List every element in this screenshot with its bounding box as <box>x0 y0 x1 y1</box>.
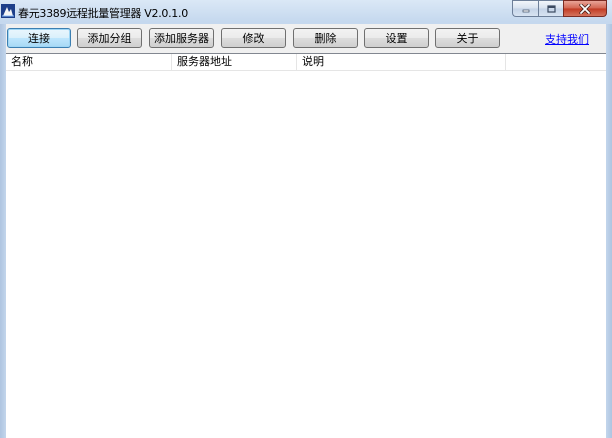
about-button[interactable]: 关于 <box>435 28 500 48</box>
settings-button[interactable]: 设置 <box>364 28 429 48</box>
close-icon <box>579 3 591 14</box>
caption-buttons <box>512 0 607 18</box>
connect-button[interactable]: 连接 <box>7 28 71 48</box>
list-body <box>6 71 606 438</box>
client-area: 连接 添加分组 添加服务器 修改 删除 设置 关于 支持我们 名称 服务器地址 … <box>6 24 606 438</box>
support-us-link[interactable]: 支持我们 <box>545 31 589 47</box>
add-group-button[interactable]: 添加分组 <box>77 28 142 48</box>
app-icon <box>1 4 15 18</box>
window-title: 春元3389远程批量管理器 V2.0.1.0 <box>18 7 188 20</box>
column-header-description[interactable]: 说明 <box>297 54 506 70</box>
minimize-button[interactable] <box>512 0 538 17</box>
list-header: 名称 服务器地址 说明 <box>6 54 606 71</box>
toolbar: 连接 添加分组 添加服务器 修改 删除 设置 关于 支持我们 <box>6 24 606 50</box>
maximize-button[interactable] <box>538 0 563 17</box>
server-list[interactable]: 名称 服务器地址 说明 <box>6 53 606 438</box>
column-header-address[interactable]: 服务器地址 <box>172 54 297 70</box>
close-button[interactable] <box>563 0 607 17</box>
edit-button[interactable]: 修改 <box>221 28 286 48</box>
window-frame-right <box>606 24 612 438</box>
app-window: 春元3389远程批量管理器 V2.0.1.0 连接 添加分组 添加服务器 修改 … <box>0 0 612 438</box>
maximize-icon <box>547 4 556 13</box>
column-header-name[interactable]: 名称 <box>6 54 172 70</box>
delete-button[interactable]: 删除 <box>293 28 358 48</box>
minimize-icon <box>522 9 529 12</box>
add-server-button[interactable]: 添加服务器 <box>149 28 214 48</box>
title-bar[interactable]: 春元3389远程批量管理器 V2.0.1.0 <box>0 0 612 24</box>
